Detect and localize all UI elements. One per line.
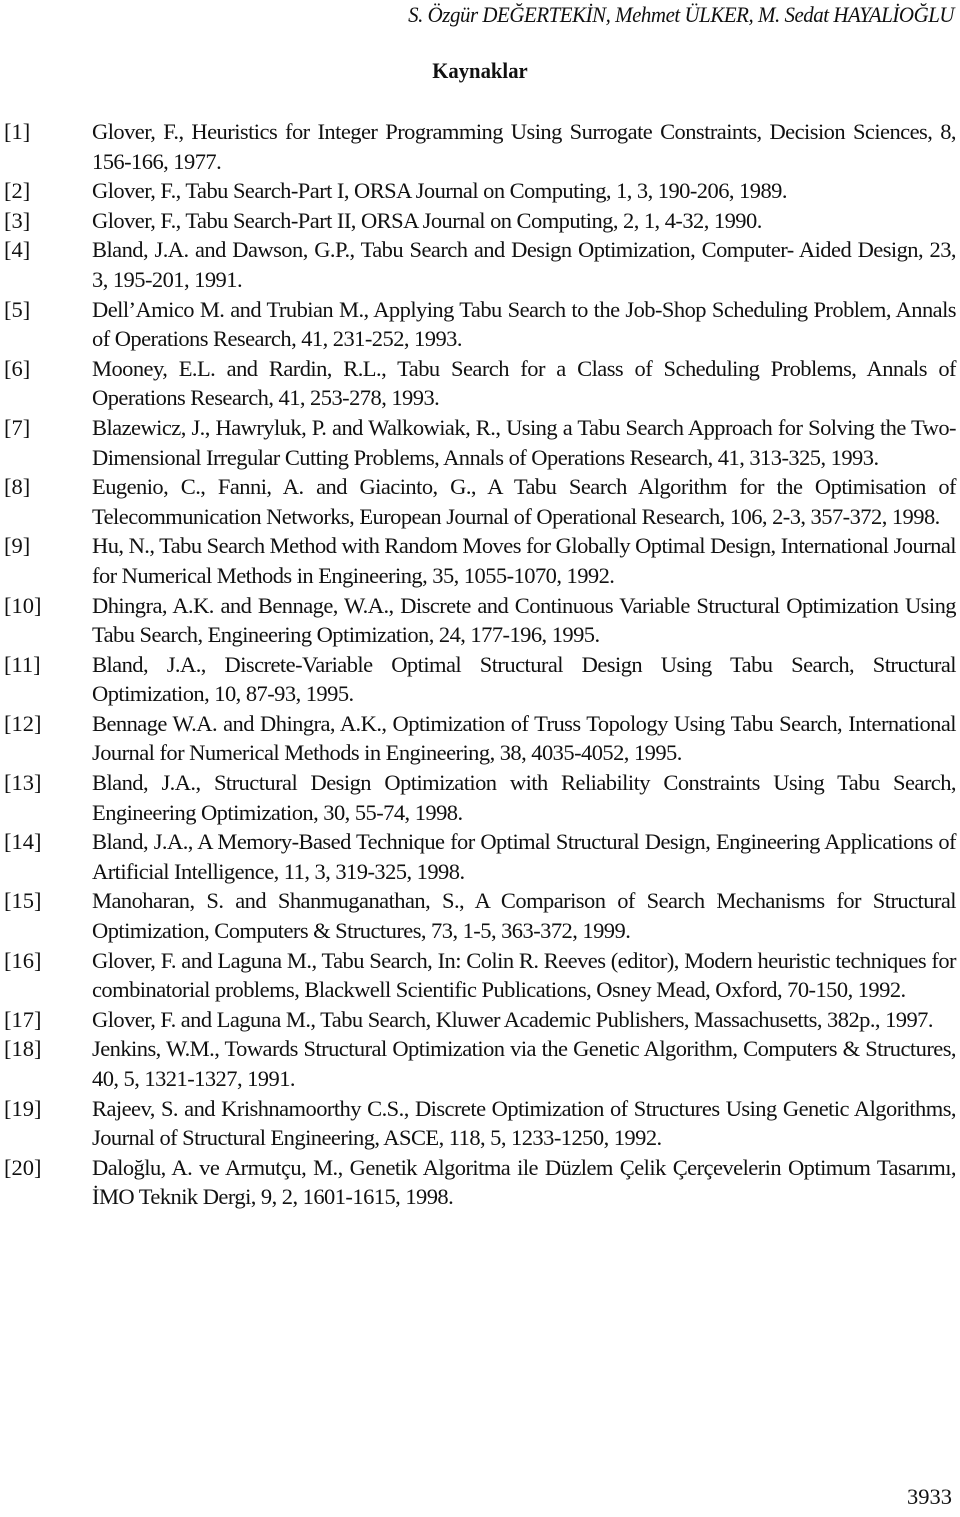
reference-item: [11] Bland, J.A., Discrete-Variable Optim… xyxy=(0,650,957,709)
reference-number: [19] xyxy=(4,1095,42,1121)
reference-text: Glover, F. and Laguna M., Tabu Search, K… xyxy=(92,1006,934,1032)
reference-item: [2] Glover, F., Tabu Search-Part I, ORSA … xyxy=(0,176,956,206)
reference-item: [15] Manoharan, S. and Shanmuganathan, S.… xyxy=(0,886,957,945)
reference-number: [2] xyxy=(4,178,31,204)
reference-text: Bland, J.A., Structural Design Optimizat… xyxy=(92,770,957,825)
reference-item: [5] Dell’Amico M. and Trubian M., Applyin… xyxy=(0,295,957,354)
reference-item: [7] Blazewicz, J., Hawryluk, P. and Walko… xyxy=(0,413,957,472)
reference-number: [18] xyxy=(4,1036,42,1062)
reference-item: [20] Daloğlu, A. ve Armutçu, M., Genetik … xyxy=(0,1153,957,1212)
reference-number: [16] xyxy=(4,947,42,973)
reference-text: Bland, J.A. and Dawson, G.P., Tabu Searc… xyxy=(92,237,957,292)
reference-text: Manoharan, S. and Shanmuganathan, S., A … xyxy=(92,888,957,944)
reference-number: [11] xyxy=(4,651,41,677)
reference-number: [13] xyxy=(4,770,42,796)
reference-number: [20] xyxy=(4,1154,42,1180)
reference-number: [4] xyxy=(4,237,31,263)
reference-text: Blazewicz, J., Hawryluk, P. and Walkowia… xyxy=(92,414,957,470)
reference-number: [1] xyxy=(4,119,31,144)
reference-text: Hu, N., Tabu Search Method with Random M… xyxy=(92,533,957,588)
reference-item: [3] Glover, F., Tabu Search-Part II, ORSA… xyxy=(0,206,956,236)
reference-number: [7] xyxy=(4,414,31,440)
reference-text: Bennage W.A. and Dhingra, A.K., Optimiza… xyxy=(92,710,957,766)
section-title: Kaynaklar xyxy=(432,58,528,83)
running-header-authors: S. Özgür DEĞERTEKİN, Mehmet ÜLKER, M. Se… xyxy=(408,2,954,27)
reference-number: [3] xyxy=(4,207,31,233)
reference-number: [9] xyxy=(4,533,31,559)
reference-number: [12] xyxy=(4,710,42,736)
reference-number: [6] xyxy=(4,355,31,381)
reference-item: [9] Hu, N., Tabu Search Method with Rando… xyxy=(0,531,957,590)
reference-text: Daloğlu, A. ve Armutçu, M., Genetik Algo… xyxy=(92,1154,957,1210)
reference-text: Bland, J.A., Discrete-Variable Optimal S… xyxy=(92,651,957,707)
reference-text: Eugenio, C., Fanni, A. and Giacinto, G.,… xyxy=(92,474,957,529)
reference-item: [1] Glover, F., Heuristics for Integer Pr… xyxy=(0,117,957,176)
reference-text: Glover, F., Heuristics for Integer Progr… xyxy=(92,119,957,174)
reference-text: Dell’Amico M. and Trubian M., Applying T… xyxy=(92,296,957,352)
reference-list: [1] Glover, F., Heuristics for Integer Pr… xyxy=(0,117,957,1212)
reference-text: Bland, J.A., A Memory-Based Technique fo… xyxy=(92,829,957,884)
reference-text: Glover, F., Tabu Search-Part II, ORSA Jo… xyxy=(92,207,762,233)
reference-number: [8] xyxy=(4,474,31,500)
reference-item: [6] Mooney, E.L. and Rardin, R.L., Tabu S… xyxy=(0,354,957,413)
reference-number: [10] xyxy=(4,592,42,618)
page-number: 3933 xyxy=(907,1484,952,1509)
reference-item: [4] Bland, J.A. and Dawson, G.P., Tabu Se… xyxy=(0,235,957,294)
reference-text: Mooney, E.L. and Rardin, R.L., Tabu Sear… xyxy=(92,355,957,411)
reference-number: [17] xyxy=(4,1006,42,1032)
reference-item: [8] Eugenio, C., Fanni, A. and Giacinto, … xyxy=(0,472,957,531)
reference-item: [10] Dhingra, A.K. and Bennage, W.A., Dis… xyxy=(0,591,957,650)
reference-item: [13] Bland, J.A., Structural Design Optim… xyxy=(0,768,957,827)
reference-number: [5] xyxy=(4,296,31,322)
reference-item: [19] Rajeev, S. and Krishnamoorthy C.S., … xyxy=(0,1094,957,1153)
reference-text: Glover, F., Tabu Search-Part I, ORSA Jou… xyxy=(92,178,787,204)
reference-item: [18] Jenkins, W.M., Towards Structural Op… xyxy=(0,1034,957,1093)
reference-text: Dhingra, A.K. and Bennage, W.A., Discret… xyxy=(92,592,957,648)
reference-text: Jenkins, W.M., Towards Structural Optimi… xyxy=(92,1036,957,1091)
reference-text: Glover, F. and Laguna M., Tabu Search, I… xyxy=(92,947,957,1003)
reference-item: [17] Glover, F. and Laguna M., Tabu Searc… xyxy=(0,1005,956,1035)
reference-number: [14] xyxy=(4,829,42,855)
reference-text: Rajeev, S. and Krishnamoorthy C.S., Disc… xyxy=(92,1095,957,1151)
reference-item: [14] Bland, J.A., A Memory-Based Techniqu… xyxy=(0,827,957,886)
reference-number: [15] xyxy=(4,888,42,914)
reference-item: [16] Glover, F. and Laguna M., Tabu Searc… xyxy=(0,946,957,1005)
reference-item: [12] Bennage W.A. and Dhingra, A.K., Opti… xyxy=(0,709,957,768)
